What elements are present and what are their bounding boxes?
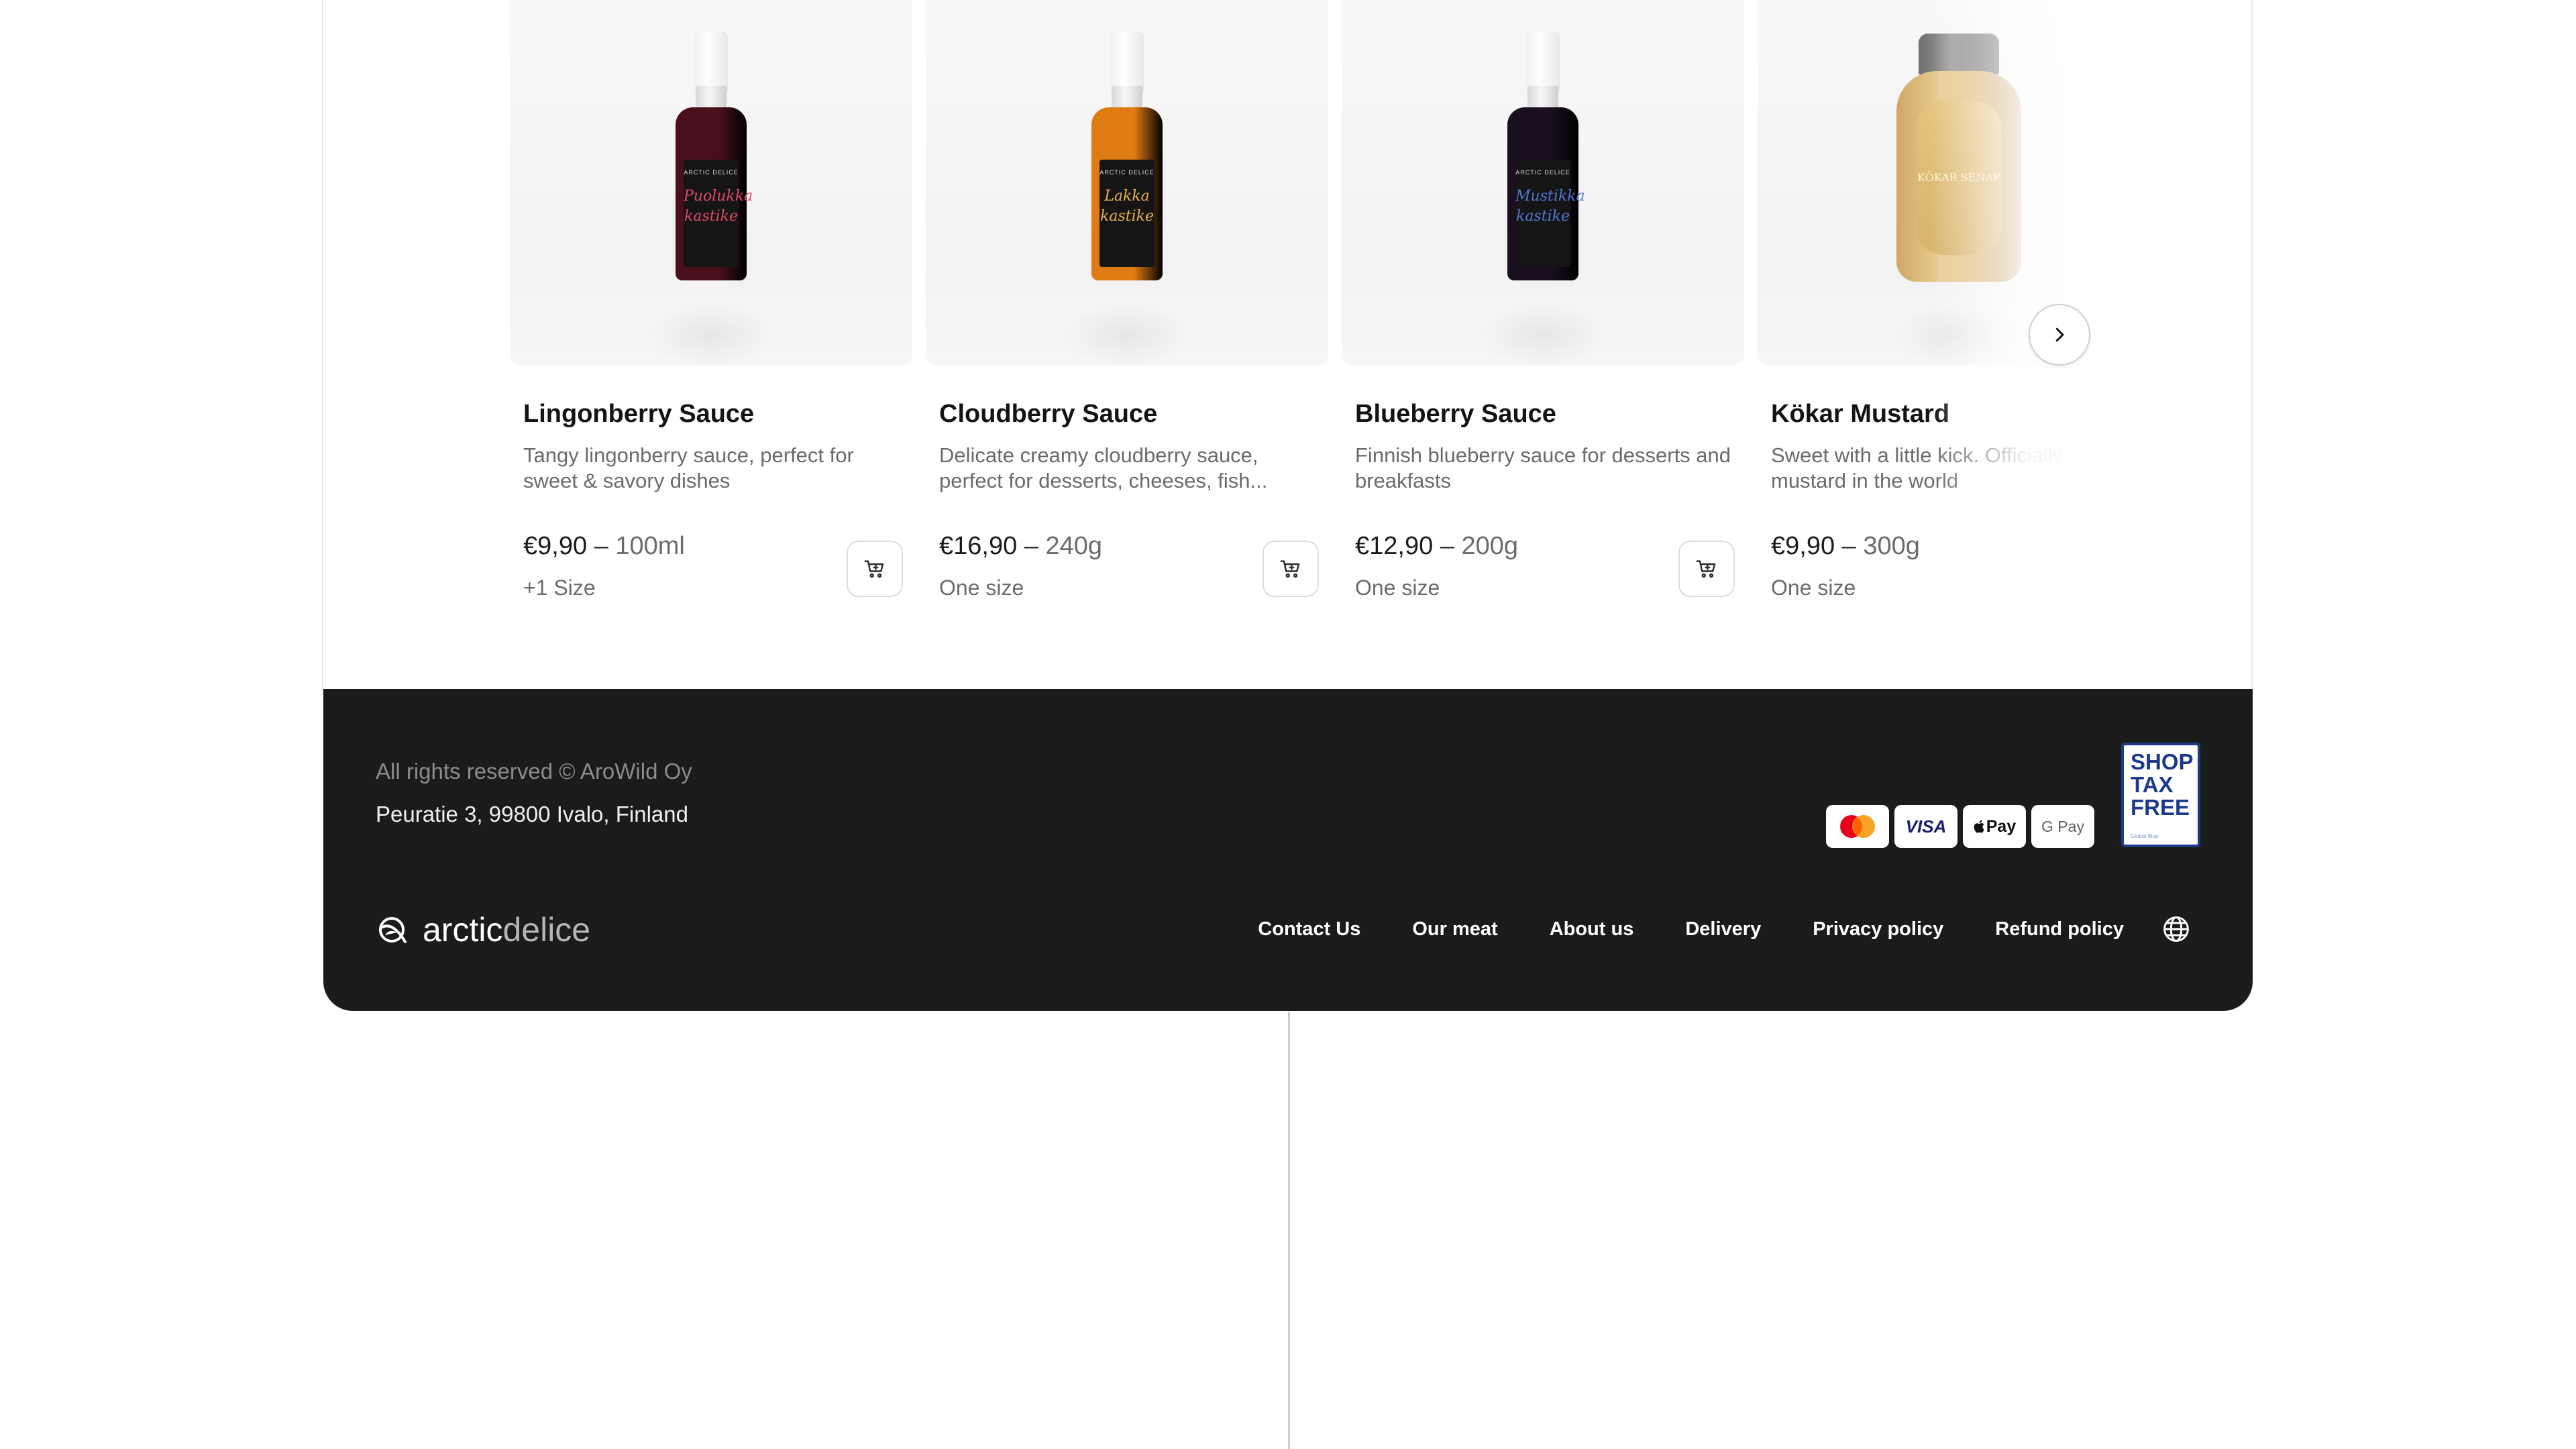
footer-nav: Contact Us Our meat About us Delivery Pr… bbox=[1206, 914, 2191, 944]
mastercard-logo bbox=[1840, 815, 1875, 838]
cart-icon bbox=[1696, 560, 1716, 578]
product-carousel: ARCTIC DELICE Puolukka kastike Lingonber… bbox=[510, 0, 2066, 671]
bottle-shadow bbox=[1476, 305, 1610, 366]
product-description: Tangy lingonberry sauce, perfect for swe… bbox=[523, 443, 854, 492]
bottle-label: ARCTIC DELICE Puolukka kastike bbox=[684, 160, 753, 267]
bottle-cap bbox=[694, 32, 728, 93]
google-pay-icon: G Pay bbox=[2031, 805, 2094, 848]
sauce-bottle: ARCTIC DELICE Mustikka kastike bbox=[1501, 32, 1585, 280]
label-brand: ARCTIC DELICE bbox=[1515, 169, 1570, 176]
logo-word-arctic: arctic bbox=[423, 911, 503, 949]
label-brand: ARCTIC DELICE bbox=[1099, 169, 1155, 176]
price-separator: – bbox=[1440, 532, 1454, 560]
bottle-cap bbox=[1110, 32, 1144, 93]
taxfree-line-1: SHOP bbox=[2131, 749, 2194, 774]
footer-link-about[interactable]: About us bbox=[1550, 918, 1634, 941]
product-price: €9,90 bbox=[1771, 532, 1835, 560]
price-separator: – bbox=[1841, 532, 1856, 560]
product-card-cloudberry[interactable]: ARCTIC DELICE Lakka kastike Cloudberry S… bbox=[926, 0, 1328, 644]
label-brand: ARCTIC DELICE bbox=[684, 169, 739, 176]
content-frame-right bbox=[2251, 0, 2253, 691]
bottle-shadow bbox=[644, 305, 778, 366]
bottle-label: ARCTIC DELICE Mustikka kastike bbox=[1515, 160, 1585, 267]
content-frame-left bbox=[322, 0, 323, 691]
product-name[interactable]: Lingonberry Sauce bbox=[523, 400, 754, 429]
sauce-bottle: ARCTIC DELICE Puolukka kastike bbox=[669, 32, 753, 280]
product-size: 100ml bbox=[615, 532, 685, 560]
price-row: €12,90 – 200g bbox=[1355, 532, 1518, 561]
shop-tax-free-badge: SHOP TAX FREE Global Blue bbox=[2121, 743, 2200, 847]
product-size: 240g bbox=[1045, 532, 1103, 560]
bottle-label: ARCTIC DELICE Lakka kastike bbox=[1099, 160, 1155, 267]
cart-icon bbox=[864, 560, 884, 578]
copyright-text: All rights reserved © AroWild Oy bbox=[376, 759, 692, 784]
product-variant: One size bbox=[1355, 576, 1440, 600]
product-description: Finnish blueberry sauce for desserts and… bbox=[1355, 443, 1731, 492]
bottle-shadow bbox=[1060, 305, 1194, 366]
globe-icon[interactable] bbox=[2161, 914, 2191, 944]
apple-logo-icon bbox=[1974, 820, 1984, 833]
label-script: Lakka kastike bbox=[1100, 188, 1154, 225]
footer-link-delivery[interactable]: Delivery bbox=[1685, 918, 1761, 941]
taxfree-line-3: FREE bbox=[2131, 795, 2190, 820]
price-separator: – bbox=[1024, 532, 1038, 560]
price-row: €9,90 – 100ml bbox=[523, 532, 685, 561]
product-card-lingonberry[interactable]: ARCTIC DELICE Puolukka kastike Lingonber… bbox=[510, 0, 912, 644]
product-price: €9,90 bbox=[523, 532, 588, 560]
product-size: 300g bbox=[1863, 532, 1920, 560]
add-to-cart-button[interactable] bbox=[847, 541, 903, 597]
logo-mark-icon bbox=[379, 917, 407, 943]
footer-link-privacy[interactable]: Privacy policy bbox=[1813, 918, 1943, 941]
apple-pay-icon: Pay bbox=[1963, 805, 2026, 848]
product-name[interactable]: Kökar Mustard bbox=[1771, 400, 1949, 429]
sauce-bottle: ARCTIC DELICE Lakka kastike bbox=[1085, 32, 1169, 280]
product-name[interactable]: Cloudberry Sauce bbox=[939, 400, 1157, 429]
product-variant: One size bbox=[1771, 576, 1856, 600]
price-separator: – bbox=[594, 532, 608, 560]
carousel-next-button[interactable] bbox=[2029, 304, 2090, 366]
chevron-right-icon bbox=[2055, 327, 2064, 342]
product-card-blueberry[interactable]: ARCTIC DELICE Mustikka kastike Blueberry… bbox=[1342, 0, 1744, 644]
logo-word-delice: delice bbox=[502, 911, 591, 949]
price-row: €9,90 – 300g bbox=[1771, 532, 1920, 561]
taxfree-line-2: TAX bbox=[2131, 772, 2174, 797]
add-to-cart-button[interactable] bbox=[1263, 541, 1319, 597]
product-image[interactable]: ARCTIC DELICE Lakka kastike bbox=[926, 0, 1328, 366]
apple-pay-label: Pay bbox=[1986, 816, 2017, 836]
product-price: €12,90 bbox=[1355, 532, 1434, 560]
product-image[interactable]: ARCTIC DELICE Puolukka kastike bbox=[510, 0, 912, 366]
site-footer: All rights reserved © AroWild Oy Peurati… bbox=[323, 689, 2253, 1011]
cart-icon bbox=[1280, 560, 1300, 578]
footer-link-our-meat[interactable]: Our meat bbox=[1412, 918, 1497, 941]
bottle-cap bbox=[1526, 32, 1560, 93]
label-script: Puolukka kastike bbox=[684, 188, 753, 225]
product-variant: +1 Size bbox=[523, 576, 596, 600]
product-size: 200g bbox=[1461, 532, 1519, 560]
visa-icon: VISA bbox=[1894, 805, 1957, 848]
footer-link-refund[interactable]: Refund policy bbox=[1995, 918, 2124, 941]
product-variant: One size bbox=[939, 576, 1024, 600]
taxfree-subtext: Global Blue bbox=[2131, 833, 2159, 839]
product-name[interactable]: Blueberry Sauce bbox=[1355, 400, 1556, 429]
product-price: €16,90 bbox=[939, 532, 1018, 560]
product-image[interactable]: ARCTIC DELICE Mustikka kastike bbox=[1342, 0, 1744, 366]
label-script: Mustikka kastike bbox=[1515, 188, 1585, 225]
site-logo[interactable]: arctic delice bbox=[376, 910, 590, 949]
product-description: Delicate creamy cloudberry sauce, perfec… bbox=[939, 443, 1268, 492]
payment-methods: VISA Pay G Pay bbox=[1826, 805, 2100, 848]
company-address: Peuratie 3, 99800 Ivalo, Finland bbox=[376, 802, 688, 826]
price-row: €16,90 – 240g bbox=[939, 532, 1102, 561]
mastercard-icon bbox=[1826, 805, 1889, 848]
divider-line bbox=[1288, 1012, 1290, 1449]
footer-link-contact[interactable]: Contact Us bbox=[1258, 918, 1360, 941]
add-to-cart-button[interactable] bbox=[1678, 541, 1735, 597]
